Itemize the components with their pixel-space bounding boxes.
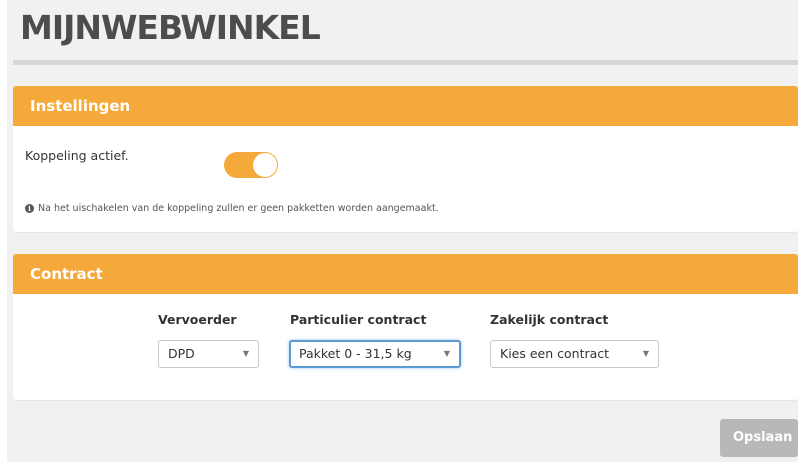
chevron-down-icon: ▼ bbox=[242, 349, 249, 358]
header-divider bbox=[13, 60, 798, 65]
toggle-label: Koppeling actief. bbox=[25, 148, 129, 163]
business-contract-value: Kies een contract bbox=[500, 346, 610, 361]
business-contract-label: Zakelijk contract bbox=[490, 312, 609, 327]
page: MIJNWEBWINKEL Instellingen Koppeling act… bbox=[0, 0, 798, 462]
logo: MIJNWEBWINKEL bbox=[20, 8, 321, 47]
info-icon: i bbox=[25, 204, 34, 213]
carrier-select-value: DPD bbox=[168, 346, 195, 361]
business-contract-select[interactable]: Kies een contract ▼ bbox=[490, 340, 659, 368]
chevron-down-icon: ▼ bbox=[642, 349, 649, 358]
info-note: i Na het uischakelen van de koppeling zu… bbox=[25, 203, 439, 214]
settings-panel: Instellingen Koppeling actief. i Na het … bbox=[13, 86, 798, 232]
carrier-label: Vervoerder bbox=[158, 312, 237, 327]
toggle-knob bbox=[253, 153, 277, 177]
contract-panel: Contract Vervoerder DPD ▼ Particulier co… bbox=[13, 254, 798, 400]
private-contract-select[interactable]: Pakket 0 - 31,5 kg ▼ bbox=[289, 340, 461, 368]
save-button[interactable]: Opslaan bbox=[720, 419, 798, 457]
chevron-down-icon: ▼ bbox=[443, 349, 450, 358]
private-contract-label: Particulier contract bbox=[290, 312, 427, 327]
settings-panel-title: Instellingen bbox=[13, 86, 798, 126]
page-header: MIJNWEBWINKEL bbox=[7, 0, 798, 62]
info-text: Na het uischakelen van de koppeling zull… bbox=[38, 203, 439, 214]
carrier-select[interactable]: DPD ▼ bbox=[158, 340, 259, 368]
left-margin bbox=[0, 0, 7, 462]
private-contract-value: Pakket 0 - 31,5 kg bbox=[299, 346, 412, 361]
koppeling-toggle[interactable] bbox=[224, 152, 278, 178]
contract-panel-title: Contract bbox=[13, 254, 798, 294]
